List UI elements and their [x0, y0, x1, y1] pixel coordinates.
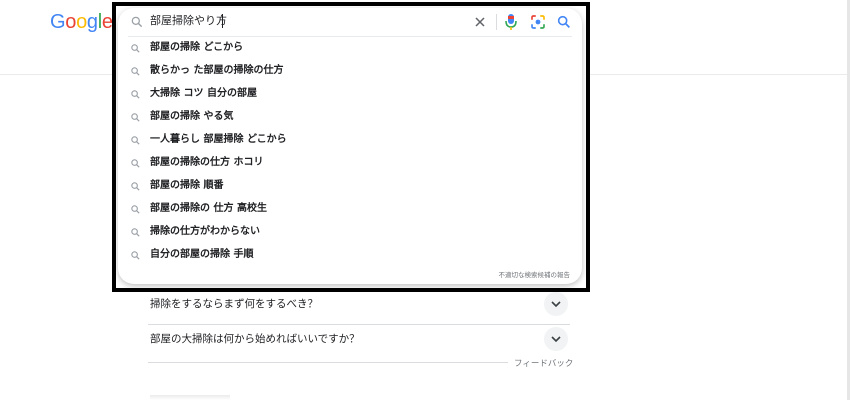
question-divider	[148, 362, 508, 363]
search-autocomplete-dropdown: 部屋掃除やり方 部屋の掃除 どこから 散らかっ た部屋の掃除の仕方 大掃除 コツ…	[118, 8, 582, 284]
suggestion-item[interactable]: 部屋の掃除 やる気	[118, 106, 582, 129]
search-input[interactable]: 部屋掃除やり方	[150, 13, 227, 29]
chevron-down-icon	[551, 301, 561, 308]
suggestion-text: 部屋の掃除 順番	[150, 180, 224, 191]
report-suggestions-link[interactable]: 不適切な検索候補の報告	[499, 271, 571, 280]
suggestion-item[interactable]: 部屋の掃除 順番	[118, 175, 582, 198]
expand-button[interactable]	[544, 327, 568, 351]
suggestion-item[interactable]: 散らかっ た部屋の掃除の仕方	[118, 60, 582, 83]
suggestion-text: 散らかっ た部屋の掃除の仕方	[150, 65, 284, 76]
page: Google 掃除をするならまず何をするべき？ 部屋の大掃除は何から始めればいい…	[0, 0, 850, 400]
search-icon	[131, 113, 140, 122]
text-caret	[222, 14, 223, 28]
suggestion-item[interactable]: 大掃除 コツ 自分の部屋	[118, 83, 582, 106]
suggestion-item[interactable]: 部屋の掃除の 仕方 高校生	[118, 198, 582, 221]
suggestion-item[interactable]: 掃除の仕方がわからない	[118, 221, 582, 244]
search-icon	[131, 205, 140, 214]
expand-button[interactable]	[544, 292, 568, 316]
search-icon	[131, 136, 140, 145]
suggestion-text: 一人暮らし 部屋掃除 どこから	[150, 134, 287, 145]
suggestion-text: 部屋の掃除 やる気	[150, 111, 234, 122]
suggestion-list: 部屋の掃除 どこから 散らかっ た部屋の掃除の仕方 大掃除 コツ 自分の部屋 部…	[118, 37, 582, 267]
logo-letter: o	[76, 11, 87, 33]
suggestion-item[interactable]: 部屋の掃除 どこから	[118, 37, 582, 60]
search-icon[interactable]	[556, 14, 572, 30]
divider	[496, 14, 497, 30]
feedback-link[interactable]: フィードバック	[514, 357, 573, 369]
search-icon	[131, 251, 140, 260]
related-question-1[interactable]: 掃除をするならまず何をするべき？	[148, 287, 570, 325]
suggestion-text: 部屋の掃除の仕方 ホコリ	[150, 157, 264, 168]
suggestion-item[interactable]: 部屋の掃除の仕方 ホコリ	[118, 152, 582, 175]
logo-letter: G	[50, 11, 66, 33]
logo-letter: g	[86, 11, 98, 33]
search-icon	[131, 159, 140, 168]
suggestion-text: 部屋の掃除 どこから	[150, 42, 244, 53]
chevron-down-icon	[551, 336, 561, 343]
suggestion-text: 自分の部屋の掃除 手順	[150, 249, 254, 260]
search-bar: 部屋掃除やり方	[118, 8, 582, 36]
related-question-2[interactable]: 部屋の大掃除は何から始めればいいですか？	[148, 322, 570, 360]
microphone-icon[interactable]	[504, 13, 518, 31]
related-question-text: 掃除をするならまず何をするべき？	[150, 298, 318, 310]
search-icon	[131, 44, 140, 53]
related-question-text: 部屋の大掃除は何から始めればいいですか？	[150, 333, 360, 345]
google-logo[interactable]: Google	[50, 10, 113, 34]
search-icon	[131, 228, 140, 237]
suggestion-item[interactable]: 自分の部屋の掃除 手順	[118, 244, 582, 267]
suggestion-text: 掃除の仕方がわからない	[150, 226, 260, 237]
suggestion-text: 部屋の掃除の 仕方 高校生	[150, 203, 267, 214]
close-icon[interactable]	[472, 14, 488, 30]
faded-content	[150, 395, 230, 400]
logo-letter: o	[65, 11, 77, 33]
suggestion-text: 大掃除 コツ 自分の部屋	[150, 88, 257, 99]
search-icon	[131, 90, 140, 99]
search-icon	[131, 182, 140, 191]
search-icon	[131, 16, 143, 28]
search-icon	[131, 67, 140, 76]
lens-icon[interactable]	[529, 13, 547, 31]
suggestion-item[interactable]: 一人暮らし 部屋掃除 どこから	[118, 129, 582, 152]
